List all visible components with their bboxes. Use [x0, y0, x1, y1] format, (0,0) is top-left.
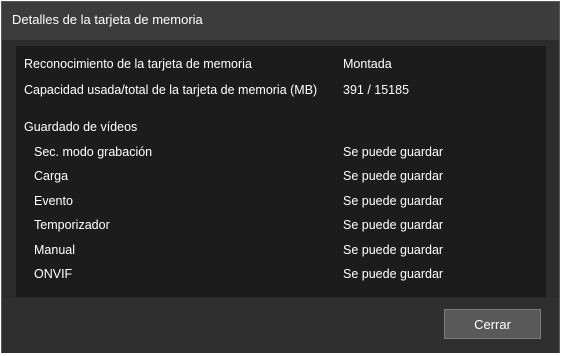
dialog-footer: Cerrar — [2, 298, 559, 353]
video-type-label-event: Evento — [34, 194, 73, 208]
capacity-label: Capacidad usada/total de la tarjeta de m… — [24, 83, 318, 97]
dialog-title-bar: Detalles de la tarjeta de memoria — [2, 2, 559, 40]
video-type-label-manual: Manual — [34, 243, 75, 257]
video-type-label-timer: Temporizador — [34, 218, 110, 232]
details-panel: Reconocimiento de la tarjeta de memoria … — [16, 46, 546, 297]
capacity-value: 391 / 15185 — [343, 83, 410, 97]
dialog-title: Detalles de la tarjeta de memoria — [12, 12, 203, 27]
memory-card-details-dialog: Detalles de la tarjeta de memoria Recono… — [1, 1, 560, 353]
video-type-label-onvif: ONVIF — [34, 267, 73, 281]
recognition-value: Montada — [343, 57, 392, 71]
video-type-status-manual: Se puede guardar — [343, 243, 444, 257]
video-type-status-timer: Se puede guardar — [343, 218, 444, 232]
video-type-status-onvif: Se puede guardar — [343, 267, 444, 281]
close-button[interactable]: Cerrar — [444, 309, 541, 339]
video-type-status-event: Se puede guardar — [343, 194, 444, 208]
video-type-label-upload: Carga — [34, 169, 69, 183]
recognition-label: Reconocimiento de la tarjeta de memoria — [24, 57, 252, 71]
video-type-status-sequence: Se puede guardar — [343, 145, 444, 159]
video-type-status-upload: Se puede guardar — [343, 169, 444, 183]
video-saving-heading: Guardado de vídeos — [24, 120, 138, 134]
video-type-label-sequence: Sec. modo grabación — [34, 145, 153, 159]
